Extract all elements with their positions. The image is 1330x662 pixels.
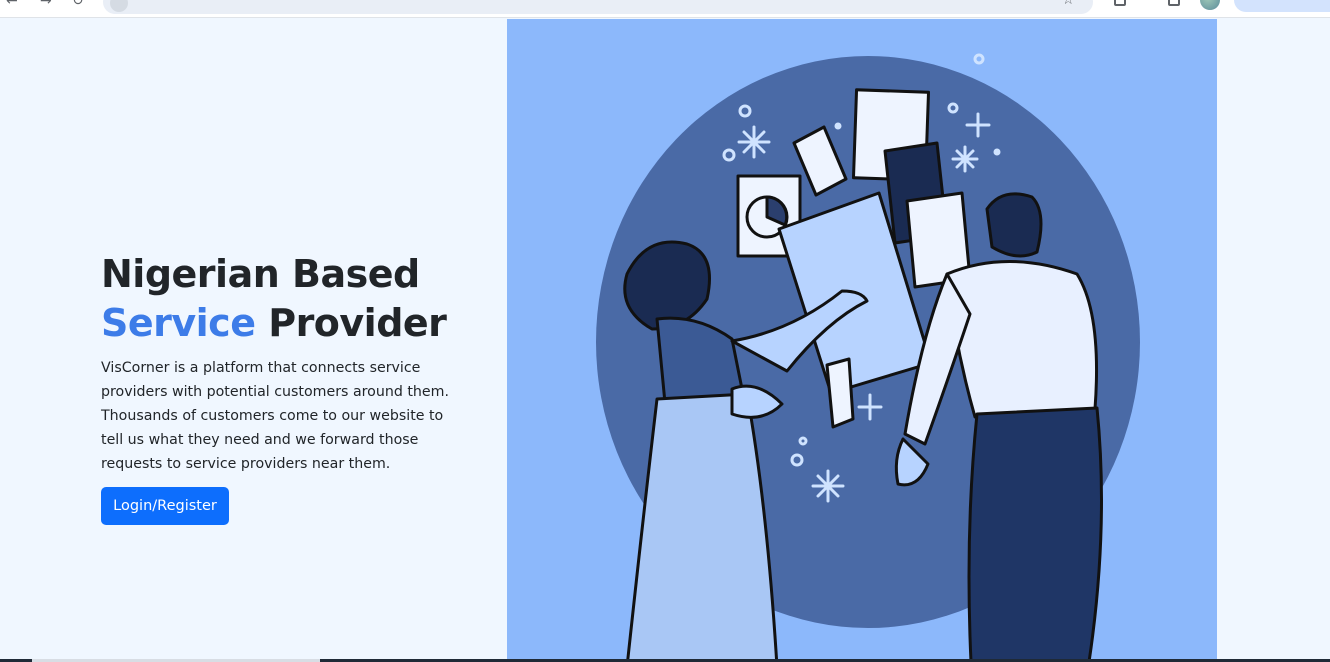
- hero-title-rest: Provider: [255, 301, 447, 345]
- two-people-collaborating-illustration: [596, 53, 1140, 662]
- back-icon[interactable]: ←: [6, 0, 18, 8]
- hero-title-accent: Service: [101, 301, 256, 345]
- profile-pill[interactable]: [1234, 0, 1330, 12]
- hero-illustration: [507, 19, 1217, 662]
- sidebar-icon[interactable]: [1168, 0, 1180, 6]
- browser-toolbar: ← → ↻ ☆: [0, 0, 1330, 18]
- address-bar[interactable]: [103, 0, 1093, 14]
- bookmark-star-icon[interactable]: ☆: [1062, 0, 1075, 8]
- hero-description: VisCorner is a platform that connects se…: [101, 360, 449, 472]
- hero-section: Nigerian Based Service Provider VisCorne…: [101, 250, 481, 476]
- login-register-button[interactable]: Login/Register: [101, 487, 229, 525]
- hero-title-line1: Nigerian Based: [101, 252, 420, 296]
- forward-icon[interactable]: →: [40, 0, 52, 8]
- hero-title: Nigerian Based Service Provider: [101, 250, 481, 348]
- extension-icon[interactable]: [1114, 0, 1126, 6]
- reload-icon[interactable]: ↻: [72, 0, 84, 8]
- profile-avatar-icon[interactable]: [1200, 0, 1220, 10]
